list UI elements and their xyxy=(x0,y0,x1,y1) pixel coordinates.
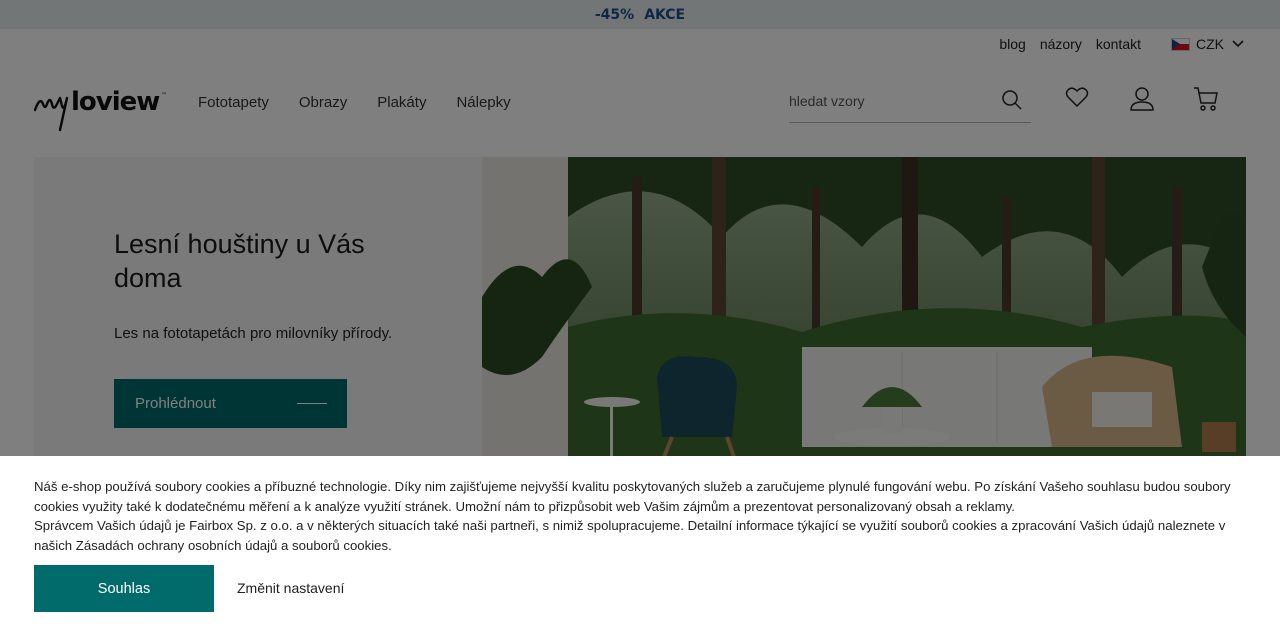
agree-button[interactable]: Souhlas xyxy=(34,565,214,612)
cookie-text: Náš e-shop používá soubory cookies a pří… xyxy=(34,477,1249,555)
change-settings-link[interactable]: Změnit nastavení xyxy=(237,580,344,596)
cookie-backdrop-overlay xyxy=(0,0,1280,456)
cookie-consent-banner: Náš e-shop používá soubory cookies a pří… xyxy=(0,456,1280,633)
cookie-paragraph-2: Správcem Vašich údajů je Fairbox Sp. z o… xyxy=(34,518,1226,553)
cookie-paragraph-1: Náš e-shop používá soubory cookies a pří… xyxy=(34,479,1231,514)
